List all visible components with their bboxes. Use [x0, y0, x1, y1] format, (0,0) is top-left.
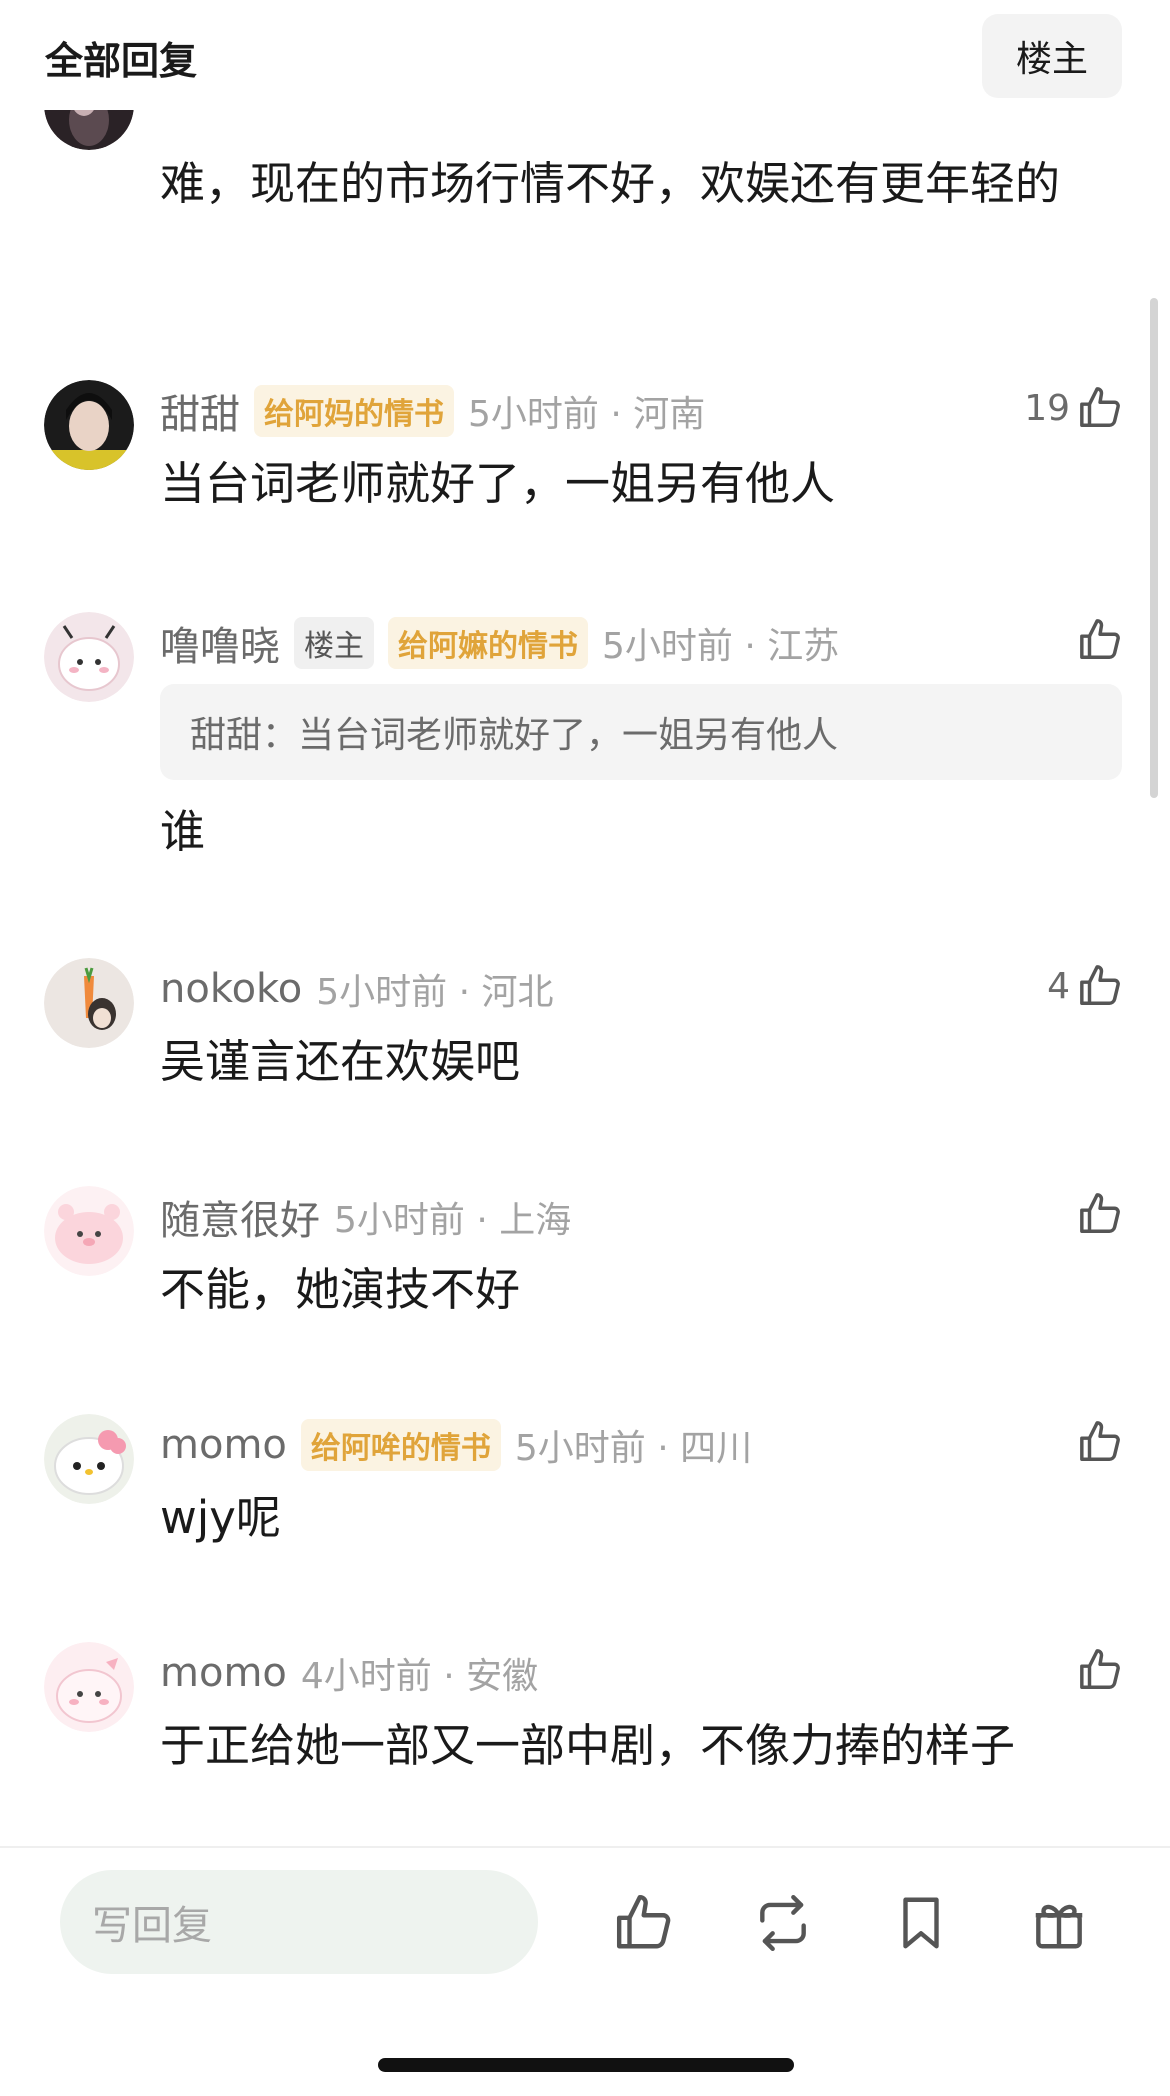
comment-text: 当台词老师就好了，一姐另有他人 — [160, 457, 836, 510]
like-button[interactable] — [1078, 1186, 1124, 1242]
avatar[interactable] — [44, 1414, 134, 1504]
timestamp: 5小时前 · 江苏 — [602, 626, 840, 667]
comment-meta: 甜甜 给阿妈的情书 5小时前 · 河南 — [160, 385, 706, 438]
comment-meta: momo 4小时前 · 安徽 — [160, 1648, 538, 1698]
comment-text: wjy呢 — [160, 1491, 281, 1544]
like-count: 19 — [1024, 387, 1070, 429]
thumbs-up-icon — [1080, 387, 1120, 427]
scrollbar[interactable] — [1150, 298, 1158, 798]
home-indicator — [378, 2058, 794, 2072]
comment-text: 于正给她一部又一部中剧，不像力捧的样子 — [160, 1719, 1016, 1772]
like-icon[interactable] — [614, 1892, 676, 1954]
fan-badge: 给阿嫲的情书 — [388, 617, 588, 669]
header: 全部回复 楼主 — [0, 0, 1170, 110]
comment-text: 谁 — [160, 805, 206, 858]
timestamp: 5小时前 · 四川 — [514, 1428, 753, 1469]
comment-meta: nokoko 5小时前 · 河北 — [160, 964, 554, 1014]
timestamp: 5小时前 · 河南 — [468, 394, 706, 435]
like-button[interactable] — [1078, 1414, 1124, 1470]
owner-badge: 楼主 — [294, 617, 374, 669]
avatar[interactable] — [44, 1642, 134, 1732]
fan-badge: 给阿妈的情书 — [254, 385, 454, 437]
timestamp: 5小时前 · 上海 — [334, 1200, 572, 1241]
username[interactable]: 甜甜 — [160, 382, 240, 440]
avatar[interactable] — [44, 1186, 134, 1276]
timestamp: 4小时前 · 安徽 — [300, 1656, 539, 1697]
repost-icon[interactable] — [752, 1892, 814, 1954]
quoted-reply[interactable]: 甜甜：当台词老师就好了，一姐另有他人 — [160, 684, 1122, 780]
comment-text: 吴谨言还在欢娱吧 — [160, 1035, 521, 1088]
username[interactable]: nokoko — [160, 966, 302, 1012]
comment-meta: momo 给阿哞的情书 5小时前 · 四川 — [160, 1419, 753, 1471]
like-button[interactable]: 4 — [1047, 958, 1124, 1014]
like-button[interactable]: 19 — [1024, 380, 1124, 436]
thumbs-up-icon — [1080, 1193, 1120, 1233]
thumbs-up-icon — [1080, 1649, 1120, 1689]
bookmark-icon[interactable] — [890, 1892, 952, 1954]
gift-icon[interactable] — [1028, 1892, 1090, 1954]
reply-input[interactable]: 写回复 — [60, 1870, 538, 1974]
fan-badge: 给阿哞的情书 — [300, 1419, 501, 1471]
avatar[interactable] — [44, 380, 134, 470]
thumbs-up-icon — [1080, 965, 1120, 1005]
comment-meta: 随意很好 5小时前 · 上海 — [160, 1192, 572, 1244]
username[interactable]: 随意很好 — [160, 1188, 320, 1246]
username[interactable]: 噜噜晓 — [160, 614, 280, 672]
owner-filter-button[interactable]: 楼主 — [982, 14, 1122, 98]
avatar[interactable] — [44, 958, 134, 1048]
bottom-bar: 写回复 — [0, 1846, 1170, 2096]
like-button[interactable] — [1078, 1642, 1124, 1698]
like-count: 4 — [1047, 965, 1070, 1007]
timestamp: 5小时前 · 河北 — [316, 972, 554, 1013]
thumbs-up-icon — [1080, 619, 1120, 659]
comment-text: 不能，她演技不好 — [160, 1263, 521, 1316]
comment-text: 难，现在的市场行情不好，欢娱还有更年轻的 — [160, 157, 1061, 210]
username[interactable]: momo — [160, 1422, 287, 1468]
page-title: 全部回复 — [45, 39, 198, 83]
avatar[interactable] — [44, 612, 134, 702]
like-button[interactable] — [1078, 612, 1124, 668]
thumbs-up-icon — [1080, 1421, 1120, 1461]
username[interactable]: momo — [160, 1650, 287, 1696]
comment-meta: 噜噜晓 楼主 给阿嫲的情书 5小时前 · 江苏 — [160, 617, 840, 670]
